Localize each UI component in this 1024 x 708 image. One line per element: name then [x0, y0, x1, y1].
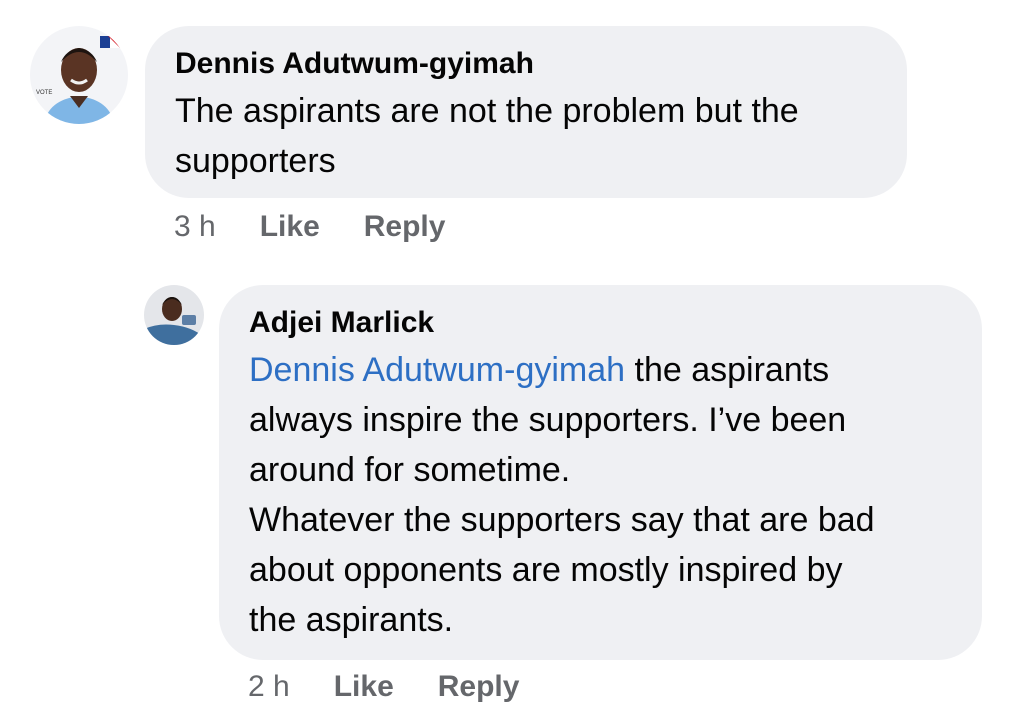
svg-text:VOTE: VOTE — [36, 90, 52, 96]
comment-text-line: supporters — [175, 142, 336, 180]
like-button[interactable]: Like — [334, 670, 394, 704]
comment-bubble: Adjei Marlick Dennis Adutwum-gyimah the … — [219, 285, 982, 660]
profile-photo-icon: VOTE — [30, 26, 128, 124]
comment-text-fragment: the aspirants — [625, 351, 830, 389]
profile-photo-icon — [144, 285, 204, 345]
comment-timestamp[interactable]: 2 h — [248, 670, 290, 704]
like-button[interactable]: Like — [260, 210, 320, 244]
comment-text-line: about opponents are mostly inspired by — [249, 551, 843, 589]
comment-text: Dennis Adutwum-gyimah the aspirants alwa… — [249, 345, 952, 645]
mention-link[interactable]: Dennis Adutwum-gyimah — [249, 351, 625, 389]
avatar[interactable] — [144, 285, 204, 345]
comment-text-line: Dennis Adutwum-gyimah the aspirants — [249, 345, 952, 395]
reply-button[interactable]: Reply — [438, 670, 520, 704]
comment-text-line: always inspire the supporters. I’ve been — [249, 401, 847, 439]
comment-actions: 3 h Like Reply — [174, 210, 489, 244]
comment-bubble: Dennis Adutwum-gyimah The aspirants are … — [145, 26, 907, 198]
comment-timestamp[interactable]: 3 h — [174, 210, 216, 244]
comment-actions: 2 h Like Reply — [248, 670, 563, 704]
comment-author[interactable]: Dennis Adutwum-gyimah — [175, 46, 877, 82]
comment-author[interactable]: Adjei Marlick — [249, 305, 952, 341]
comment-text-line: around for sometime. — [249, 451, 571, 489]
comment-text: The aspirants are not the problem but th… — [175, 86, 877, 186]
comment-thread: VOTE Dennis Adutwum-gyimah The aspirants… — [0, 0, 1024, 708]
comment-text-line: Whatever the supporters say that are bad — [249, 501, 875, 539]
comment-text-line: the aspirants. — [249, 601, 454, 639]
comment-text-line: The aspirants are not the problem but th… — [175, 92, 799, 130]
avatar[interactable]: VOTE — [30, 26, 128, 124]
reply-button[interactable]: Reply — [364, 210, 446, 244]
